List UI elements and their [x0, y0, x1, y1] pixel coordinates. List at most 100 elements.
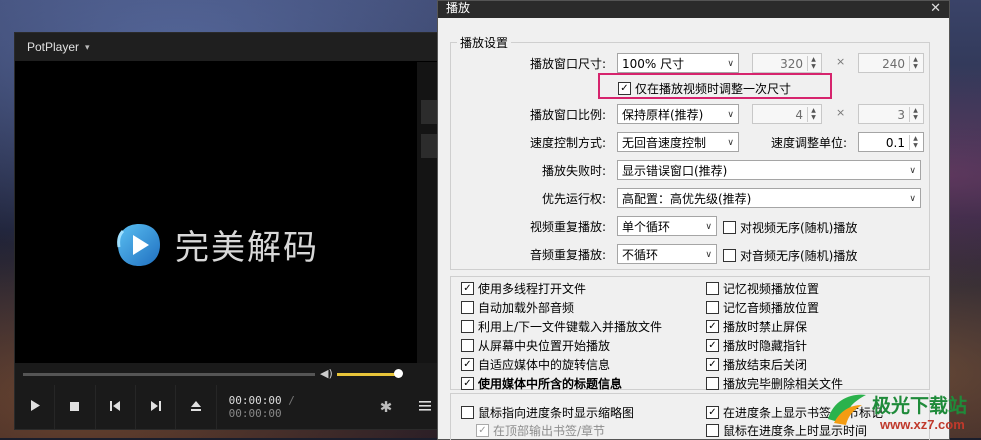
player-menu-button[interactable]: PotPlayer ▾ [15, 33, 445, 61]
height-spinner[interactable]: 240 ▲ ▼ [858, 53, 924, 73]
checkbox-unchecked-icon [461, 339, 474, 352]
hamburger-icon [419, 400, 432, 414]
video-repeat-select[interactable]: 单个循环 ∨ [617, 216, 717, 236]
close-icon[interactable]: ✕ [930, 1, 941, 16]
audio-shuffle-label: 对音频无序(随机)播放 [740, 249, 858, 263]
volume-icon[interactable]: ◀) [320, 367, 333, 380]
video-area[interactable]: 完美解码 [15, 62, 417, 392]
stop-icon [70, 401, 80, 414]
stop-button[interactable] [55, 385, 96, 429]
previous-icon [110, 400, 121, 414]
option-checkbox[interactable]: 从屏幕中央位置开始播放 [461, 337, 610, 354]
option-checkbox[interactable]: 自动加载外部音频 [461, 299, 574, 316]
chevron-down-icon: ∨ [909, 194, 916, 204]
seek-row: ◀) [15, 363, 445, 385]
play-button[interactable] [15, 385, 56, 429]
potplayer-window: PotPlayer ▾ 完美解码 ◀) 00:00:00 / 00:00:00 … [14, 32, 446, 430]
spinner-arrows-icon[interactable]: ▲ ▼ [807, 56, 819, 71]
width-spinner[interactable]: 320 ▲ ▼ [752, 53, 822, 73]
option-checkbox[interactable]: 利用上/下一文件键载入并播放文件 [461, 318, 662, 335]
next-button[interactable] [136, 385, 177, 429]
audio-shuffle-checkbox[interactable]: 对音频无序(随机)播放 [723, 247, 857, 264]
highlight-annotation [598, 73, 832, 99]
eject-button[interactable] [176, 385, 217, 429]
option-checkbox[interactable]: ✓ 在顶部输出书签/章节 [476, 422, 605, 439]
time-total: 00:00:00 [228, 407, 282, 420]
player-controls: 00:00:00 / 00:00:00 ✱ [15, 385, 445, 429]
option-label: 播放时隐藏指针 [723, 339, 808, 353]
option-checkbox[interactable]: ✓ 播放时隐藏指针 [706, 337, 807, 354]
audio-repeat-label: 音频重复播放: [529, 248, 606, 262]
spinner-arrows-icon[interactable]: ▲ ▼ [909, 135, 921, 150]
speed-mode-value: 无回音速度控制 [622, 136, 707, 150]
play-logo-icon [115, 221, 163, 269]
checkbox-checked-icon: ✓ [706, 339, 719, 352]
priority-select[interactable]: 高配置：高优先级(推荐) ∨ [617, 188, 921, 208]
chevron-down-icon: ∨ [705, 222, 712, 232]
speed-mode-select[interactable]: 无回音速度控制 ∨ [617, 132, 739, 152]
option-label: 从屏幕中央位置开始播放 [478, 339, 611, 353]
option-checkbox[interactable]: ✓ 播放结束后关闭 [706, 356, 807, 373]
chevron-down-icon: ∨ [727, 59, 734, 69]
priority-label: 优先运行权: [541, 192, 606, 206]
checkbox-checked-icon: ✓ [461, 282, 474, 295]
option-checkbox[interactable]: ✓ 自适应媒体中的旋转信息 [461, 356, 610, 373]
audio-repeat-select[interactable]: 不循环 ∨ [617, 244, 717, 264]
aspect-w-spinner[interactable]: 4 ▲ ▼ [752, 104, 822, 124]
seek-bar[interactable] [23, 373, 315, 376]
watermark-url: www.xz7.com [880, 417, 965, 432]
next-icon [150, 400, 161, 414]
option-checkbox[interactable]: ✓ 使用媒体中所含的标题信息 [461, 375, 622, 392]
video-repeat-label: 视频重复播放: [529, 220, 606, 234]
times-sign: × [836, 55, 846, 68]
option-label: 播放时禁止屏保 [723, 320, 808, 334]
option-checkbox[interactable]: 记忆视频播放位置 [706, 280, 819, 297]
aspect-label: 播放窗口比例: [529, 108, 606, 122]
spinner-arrows-icon[interactable]: ▲ ▼ [909, 56, 921, 71]
eject-icon [190, 400, 201, 414]
settings-button[interactable]: ✱ [366, 385, 405, 429]
time-display: 00:00:00 / 00:00:00 [217, 394, 353, 420]
spinner-arrows-icon[interactable]: ▲ ▼ [807, 107, 819, 122]
player-logo: 完美解码 [115, 220, 319, 269]
previous-button[interactable] [96, 385, 136, 429]
logo-text: 完美解码 [175, 228, 319, 268]
aspect-w-value: 4 [795, 108, 803, 122]
volume-bar[interactable] [337, 373, 398, 376]
video-shuffle-checkbox[interactable]: 对视频无序(随机)播放 [723, 219, 857, 236]
option-checkbox[interactable]: 鼠标指向进度条时显示缩略图 [461, 404, 634, 421]
chevron-down-icon: ▾ [85, 41, 90, 52]
option-checkbox[interactable]: ✓ 播放时禁止屏保 [706, 318, 807, 335]
window-size-label: 播放窗口尺寸: [529, 57, 606, 71]
time-separator: / [288, 394, 295, 407]
speed-unit-value: 0.1 [885, 136, 905, 150]
checkbox-checked-icon: ✓ [706, 320, 719, 333]
option-checkbox[interactable]: 记忆音频播放位置 [706, 299, 819, 316]
aspect-h-value: 3 [897, 108, 905, 122]
option-checkbox[interactable]: ✓ 使用多线程打开文件 [461, 280, 586, 297]
speed-unit-spinner[interactable]: 0.1 ▲ ▼ [858, 132, 924, 152]
checkbox-unchecked-icon [723, 249, 736, 262]
volume-knob[interactable] [394, 369, 403, 378]
checkbox-unchecked-icon [706, 301, 719, 314]
video-repeat-value: 单个循环 [622, 220, 671, 234]
fail-select[interactable]: 显示错误窗口(推荐) ∨ [617, 160, 921, 180]
checkbox-checked-icon: ✓ [706, 406, 719, 419]
aspect-select[interactable]: 保持原样(推荐) ∨ [617, 104, 739, 124]
option-label: 使用多线程打开文件 [478, 282, 587, 296]
aspect-h-spinner[interactable]: 3 ▲ ▼ [858, 104, 924, 124]
window-size-value: 100% 尺寸 [622, 57, 685, 71]
chevron-down-icon: ∨ [705, 250, 712, 260]
priority-value: 高配置：高优先级(推荐) [622, 192, 752, 206]
option-label: 使用媒体中所含的标题信息 [478, 377, 623, 391]
window-size-select[interactable]: 100% 尺寸 ∨ [617, 53, 739, 73]
watermark-brand: 极光下载站 [872, 395, 968, 417]
option-label: 自适应媒体中的旋转信息 [478, 358, 611, 372]
checkbox-unchecked-icon [706, 377, 719, 390]
play-icon [30, 400, 40, 414]
height-value: 240 [882, 57, 905, 71]
option-label: 鼠标指向进度条时显示缩略图 [478, 406, 635, 420]
spinner-arrows-icon[interactable]: ▲ ▼ [909, 107, 921, 122]
video-shuffle-label: 对视频无序(随机)播放 [740, 221, 858, 235]
option-label: 记忆音频播放位置 [723, 301, 820, 315]
